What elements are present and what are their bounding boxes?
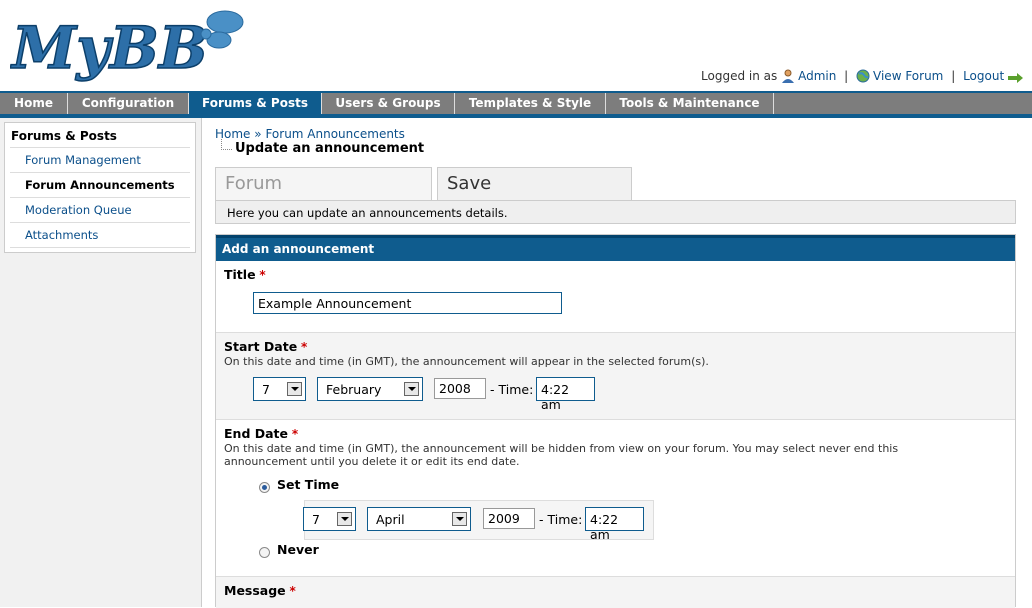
message-label: Message bbox=[224, 583, 286, 598]
start-month-select[interactable]: February bbox=[317, 377, 423, 401]
announcement-form: Add an announcement Title * Example Anno… bbox=[215, 234, 1016, 608]
menu-tools-maintenance[interactable]: Tools & Maintenance bbox=[606, 93, 774, 114]
main-menu: Home Configuration Forums & Posts Users … bbox=[0, 93, 1032, 118]
user-icon bbox=[781, 69, 795, 86]
logout-link[interactable]: Logout bbox=[963, 69, 1004, 83]
title-input[interactable]: Example Announcement bbox=[253, 292, 562, 314]
end-date-hint: On this date and time (in GMT), the anno… bbox=[224, 442, 899, 468]
start-time-label: - Time: bbox=[490, 382, 534, 397]
menu-forums-posts[interactable]: Forums & Posts bbox=[189, 93, 322, 114]
end-month-select[interactable]: April bbox=[367, 507, 471, 531]
never-label: Never bbox=[277, 542, 319, 557]
arrow-right-icon bbox=[1008, 72, 1023, 86]
set-time-radio[interactable] bbox=[259, 482, 270, 493]
sidebar: Forums & Posts Forum Management Forum An… bbox=[0, 118, 202, 607]
start-date-hint: On this date and time (in GMT), the anno… bbox=[224, 355, 709, 368]
sidebar-item-forum-announcements[interactable]: Forum Announcements bbox=[10, 172, 190, 197]
sidebar-nav: Forums & Posts Forum Management Forum An… bbox=[4, 122, 196, 253]
globe-icon bbox=[856, 69, 870, 86]
start-date-row: Start Date * On this date and time (in G… bbox=[216, 333, 1015, 420]
main-content: Home » Forum Announcements Update an ann… bbox=[206, 118, 1032, 608]
end-year-input[interactable]: 2009 bbox=[483, 508, 535, 529]
user-links: Logged in as Admin | View Forum | Logout bbox=[701, 69, 1026, 86]
end-date-label: End Date bbox=[224, 426, 289, 441]
chevron-down-icon bbox=[404, 382, 419, 396]
breadcrumb-forum-announcements[interactable]: Forum Announcements bbox=[265, 127, 404, 141]
admin-link[interactable]: Admin bbox=[798, 69, 836, 83]
view-forum-link[interactable]: View Forum bbox=[873, 69, 943, 83]
sidebar-item-attachments[interactable]: Attachments bbox=[10, 222, 190, 248]
end-time-label: - Time: bbox=[539, 512, 583, 527]
menu-templates-style[interactable]: Templates & Style bbox=[455, 93, 606, 114]
start-day-select[interactable]: 7 bbox=[253, 377, 306, 401]
menu-configuration[interactable]: Configuration bbox=[68, 93, 189, 114]
chevron-down-icon bbox=[452, 512, 467, 526]
set-time-label: Set Time bbox=[277, 477, 340, 492]
start-year-input[interactable]: 2008 bbox=[434, 378, 486, 399]
chevron-down-icon bbox=[337, 512, 352, 526]
start-date-label: Start Date bbox=[224, 339, 298, 354]
tab-description: Here you can update an announcements det… bbox=[215, 200, 1016, 224]
form-header: Add an announcement bbox=[216, 235, 1015, 261]
start-time-input[interactable]: 4:22 am bbox=[536, 377, 595, 412]
menu-home[interactable]: Home bbox=[0, 93, 68, 114]
sidebar-item-forum-management[interactable]: Forum Management bbox=[10, 147, 190, 172]
chevron-down-icon bbox=[287, 382, 302, 396]
title-label: Title bbox=[224, 267, 256, 282]
svg-text:MyBB: MyBB bbox=[10, 14, 208, 82]
never-radio[interactable] bbox=[259, 547, 270, 558]
end-date-row: End Date * On this date and time (in GMT… bbox=[216, 420, 1015, 577]
end-time-input[interactable]: 4:22 am bbox=[585, 507, 644, 542]
header: MyBB Logged in as Admin | View Forum | L… bbox=[0, 0, 1032, 93]
logged-in-label: Logged in as bbox=[701, 69, 778, 83]
sidebar-title: Forums & Posts bbox=[11, 129, 117, 143]
page-title: Update an announcement bbox=[235, 141, 425, 156]
tab-forum-announcements[interactable]: Forum Announcements bbox=[215, 167, 432, 226]
sidebar-item-moderation-queue[interactable]: Moderation Queue bbox=[10, 197, 190, 222]
tree-line bbox=[221, 139, 232, 150]
end-day-select[interactable]: 7 bbox=[303, 507, 356, 531]
mybb-logo[interactable]: MyBB bbox=[10, 6, 250, 84]
message-row: Message * bbox=[216, 577, 1015, 608]
breadcrumb: Home » Forum Announcements bbox=[215, 127, 405, 141]
title-row: Title * Example Announcement bbox=[216, 261, 1015, 333]
menu-users-groups[interactable]: Users & Groups bbox=[322, 93, 455, 114]
tab-save-announcement[interactable]: Save Announcement bbox=[437, 167, 632, 226]
